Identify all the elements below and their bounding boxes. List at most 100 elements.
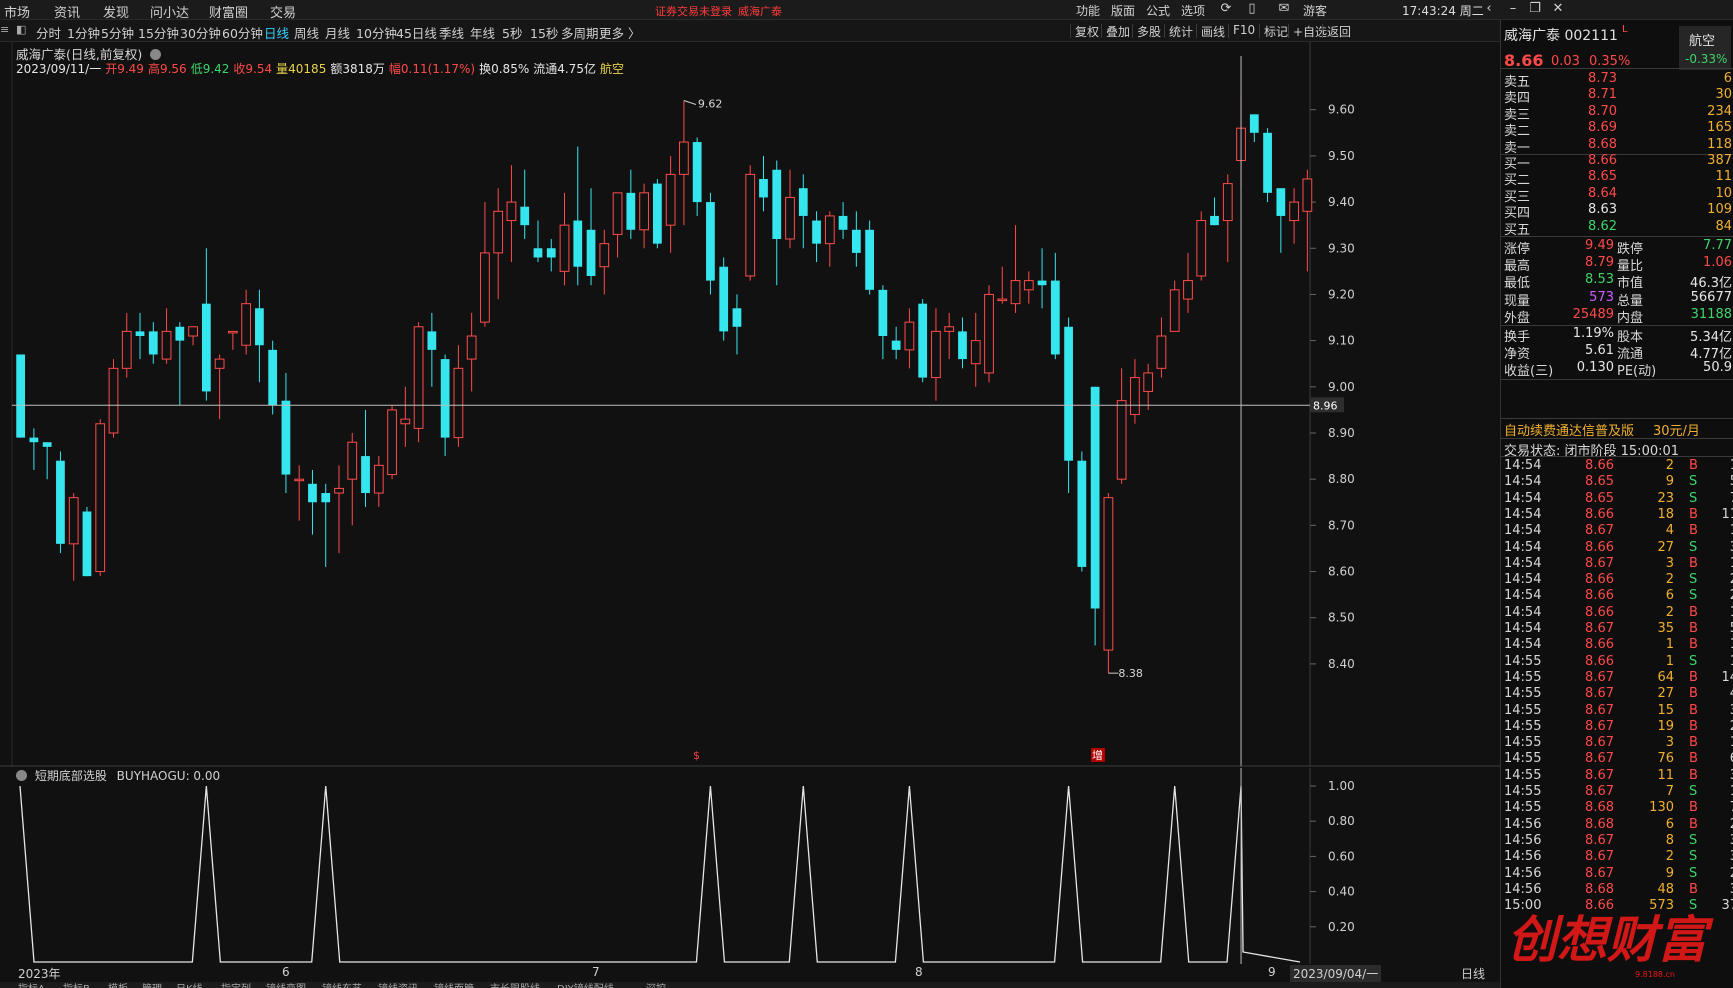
period-tab[interactable]: 日线 — [264, 23, 289, 42]
candle-body[interactable] — [387, 409, 397, 476]
candle-body[interactable] — [321, 493, 331, 503]
candle-body[interactable] — [1289, 201, 1299, 222]
candle-body[interactable] — [175, 326, 185, 341]
stock-name-code[interactable]: 威海广泰 002111 — [1504, 25, 1618, 45]
candle-body[interactable] — [1050, 280, 1060, 355]
bottom-tab[interactable]: DIY镜线配线 — [557, 982, 614, 988]
period-tab[interactable]: 多周期 — [561, 23, 599, 42]
candlestick-chart[interactable]: 9.60 9.50 9.40 9.30 9.20 9.10 9.00 8.90 8.80 8.70… — [0, 42, 1500, 767]
event-mark-increase[interactable]: 增 — [1092, 748, 1103, 762]
candle-body[interactable] — [997, 298, 1008, 302]
candle-body[interactable] — [1210, 215, 1219, 226]
bottom-tab[interactable]: 指标B — [63, 982, 90, 988]
candle-body[interactable] — [1156, 335, 1167, 369]
candle-body[interactable] — [440, 359, 450, 438]
candle-body[interactable] — [1103, 497, 1114, 651]
candle-body[interactable] — [493, 210, 504, 254]
candle-body[interactable] — [785, 196, 795, 240]
candle-body[interactable] — [599, 243, 610, 268]
restore-icon[interactable]: ❐ — [1527, 1, 1543, 17]
candle-body[interactable] — [1010, 280, 1021, 305]
period-tab[interactable]: 分时 — [36, 23, 61, 42]
candle-body[interactable] — [1090, 386, 1100, 609]
candle-body[interactable] — [373, 464, 384, 494]
user-label[interactable]: 游客 — [1303, 2, 1327, 19]
close-icon[interactable]: ✕ — [1550, 1, 1566, 17]
toolbar-button[interactable]: 统计 — [1169, 23, 1193, 40]
candle-body[interactable] — [533, 248, 543, 258]
candle-body[interactable] — [1183, 280, 1193, 300]
bottom-tab[interactable]: 指标A — [18, 982, 45, 988]
candle-body[interactable] — [573, 220, 583, 267]
candle-body[interactable] — [706, 202, 715, 281]
bid-row[interactable]: 买五 8.62 84 — [1501, 219, 1733, 238]
bottom-tab[interactable]: 深挖 — [646, 982, 666, 988]
candle-body[interactable] — [1196, 220, 1207, 277]
candle-body[interactable] — [559, 224, 570, 272]
candle-body[interactable] — [1077, 460, 1087, 567]
bottom-tab[interactable]: 镜线面管 — [434, 982, 474, 988]
candle-body[interactable] — [506, 201, 517, 222]
period-tab[interactable]: 更多 〉 — [599, 23, 640, 42]
menu-trade[interactable]: 交易 — [270, 2, 296, 21]
candle-body[interactable] — [652, 183, 662, 244]
candle-body[interactable] — [281, 400, 291, 475]
candle-body[interactable] — [612, 192, 623, 235]
menu-wealth-circle[interactable]: 财富圈 — [209, 2, 248, 21]
candle-body[interactable] — [798, 188, 808, 216]
candle-body[interactable] — [958, 331, 967, 360]
event-mark-dividend[interactable]: $ — [693, 749, 700, 762]
candle-body[interactable] — [466, 335, 477, 360]
menu-formula[interactable]: 公式 — [1146, 2, 1170, 19]
candle-body[interactable] — [294, 478, 305, 482]
candle-body[interactable] — [42, 442, 52, 447]
period-tab[interactable]: 15分钟 — [138, 23, 179, 42]
candle-body[interactable] — [878, 289, 888, 337]
menu-options[interactable]: 选项 — [1181, 2, 1205, 19]
candle-body[interactable] — [214, 358, 225, 369]
candle-body[interactable] — [480, 252, 490, 323]
toolbar-button[interactable]: 标记 — [1264, 23, 1288, 40]
candle-body[interactable] — [865, 229, 874, 290]
refresh-icon[interactable]: ⟳ — [1218, 1, 1234, 17]
candle-body[interactable] — [241, 303, 252, 346]
bottom-tab[interactable]: 镜线东艺 — [322, 982, 362, 988]
bid-row[interactable]: 买四 8.63 109 — [1501, 202, 1733, 221]
toolbar-button[interactable]: 复权 — [1075, 23, 1099, 40]
candle-body[interactable] — [1222, 183, 1233, 222]
period-tab[interactable]: 60分钟 — [222, 23, 263, 42]
candle-body[interactable] — [16, 354, 26, 438]
menu-function[interactable]: 功能 — [1076, 2, 1100, 19]
candle-body[interactable] — [665, 173, 676, 226]
candle-body[interactable] — [586, 229, 596, 276]
candle-body[interactable] — [255, 308, 264, 346]
candle-body[interactable] — [1130, 377, 1140, 416]
bottom-tab[interactable]: 指定列 — [221, 982, 251, 988]
candle-body[interactable] — [546, 248, 556, 258]
minimize-icon[interactable]: – — [1505, 1, 1521, 17]
toolbar-button[interactable]: 叠加 — [1106, 23, 1130, 40]
candle-body[interactable] — [201, 303, 211, 392]
layout-icon[interactable]: ◧ — [16, 23, 26, 36]
candle-body[interactable] — [692, 142, 702, 203]
candle-body[interactable] — [918, 303, 928, 378]
candle-body[interactable] — [1302, 178, 1313, 212]
candle-body[interactable] — [108, 367, 119, 434]
candle-body[interactable] — [745, 173, 756, 277]
candle-body[interactable] — [851, 229, 861, 253]
period-tab[interactable]: 45日线 — [396, 23, 437, 42]
menu-layout[interactable]: 版面 — [1111, 2, 1135, 19]
candle-body[interactable] — [759, 178, 768, 198]
candle-body[interactable] — [56, 460, 65, 544]
candle-body[interactable] — [812, 220, 821, 244]
period-tab[interactable]: 5分钟 — [101, 23, 134, 42]
period-tab[interactable]: 10分钟 — [356, 23, 397, 42]
x-period-label[interactable]: 日线 — [1461, 965, 1485, 982]
candle-body[interactable] — [228, 330, 238, 334]
candle-body[interactable] — [427, 331, 437, 350]
login-warning[interactable]: 证券交易未登录 — [655, 3, 732, 19]
candle-body[interactable] — [732, 308, 742, 327]
candle-body[interactable] — [1169, 289, 1180, 332]
candle-body[interactable] — [1116, 400, 1127, 480]
sector-box[interactable]: 航空 -0.33% — [1679, 26, 1731, 70]
